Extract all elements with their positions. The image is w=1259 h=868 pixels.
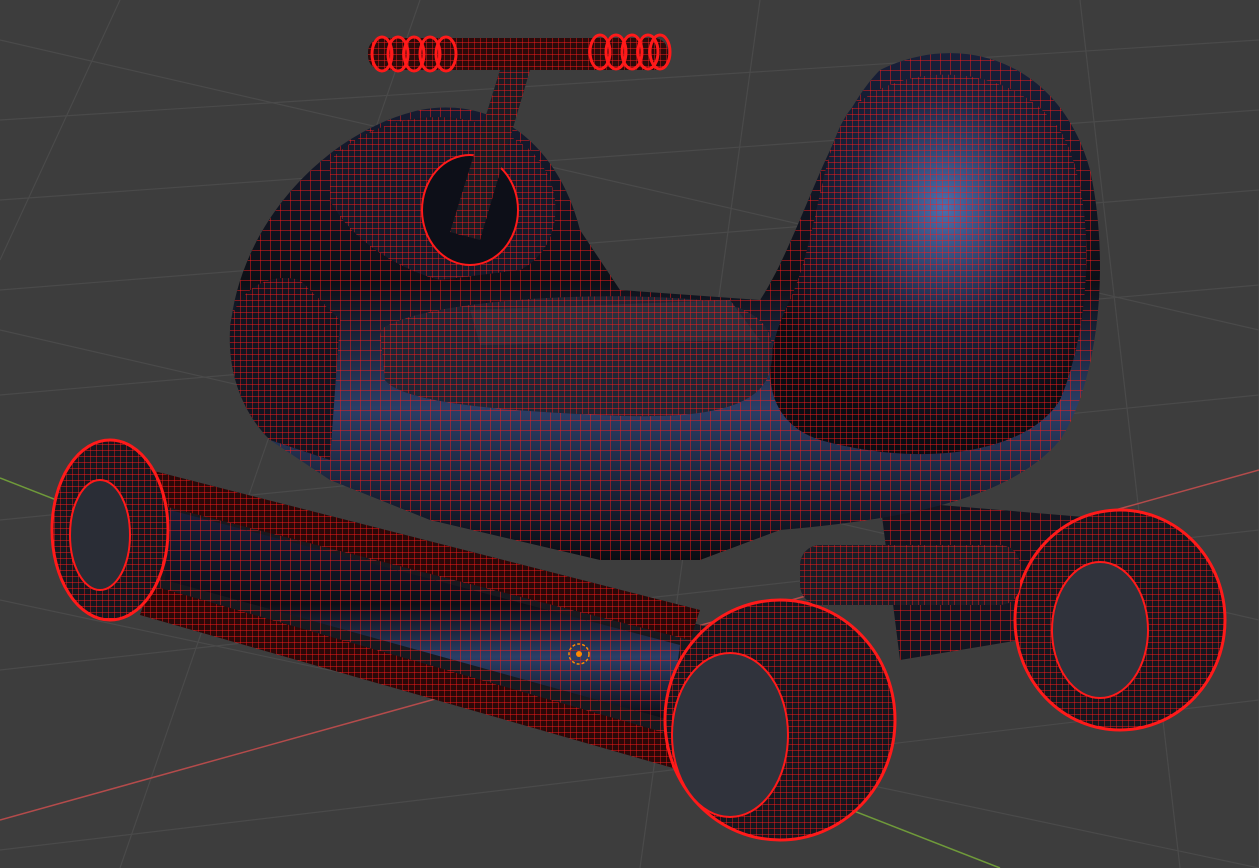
seat-backrest[interactable] (770, 74, 1087, 455)
vehicle-mesh[interactable] (50, 33, 1227, 842)
viewport-canvas[interactable] (0, 0, 1259, 868)
axle-connector[interactable] (800, 545, 1020, 605)
seat-cushion[interactable] (380, 296, 773, 417)
side-panel[interactable] (229, 278, 340, 460)
wheel-front-left[interactable] (50, 438, 170, 622)
3d-viewport[interactable] (0, 0, 1259, 868)
wheel-rear-right[interactable] (1013, 508, 1227, 732)
wheel-front-right[interactable] (663, 598, 897, 842)
